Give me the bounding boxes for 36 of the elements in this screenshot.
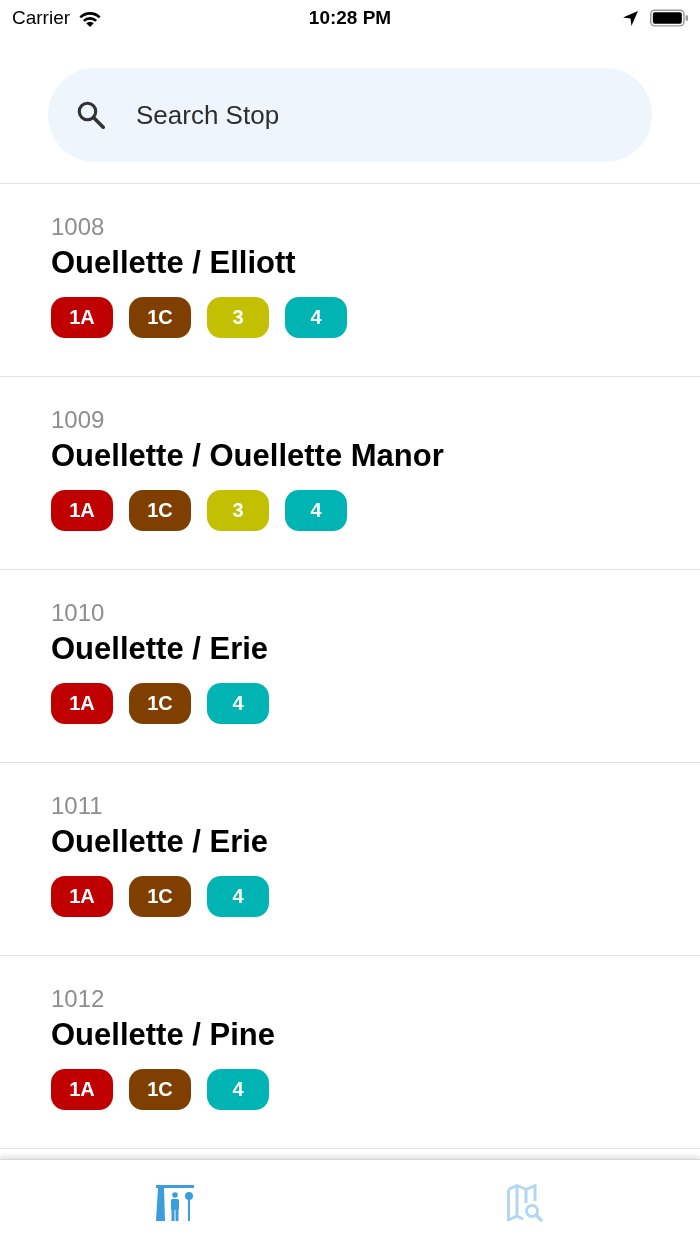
wifi-icon xyxy=(78,9,103,27)
stop-number: 1008 xyxy=(51,213,105,241)
search-field[interactable]: Search Stop xyxy=(48,68,652,162)
stop-number: 1010 xyxy=(51,599,105,627)
route-badge: 1A xyxy=(51,683,113,724)
route-badge: 3 xyxy=(207,297,269,338)
route-badge: 4 xyxy=(285,490,347,531)
route-badge: 1A xyxy=(51,1069,113,1110)
stop-number: 1011 xyxy=(51,792,103,820)
search-icon xyxy=(76,100,105,129)
stop-name[interactable]: Ouellette / Elliott xyxy=(51,245,296,281)
route-badge: 1C xyxy=(129,297,191,338)
route-badge: 1C xyxy=(129,490,191,531)
stop-number: 1012 xyxy=(51,985,105,1013)
route-badge: 1A xyxy=(51,876,113,917)
carrier-name: Carrier xyxy=(12,7,71,29)
clock-time: 10:28 PM xyxy=(308,7,392,29)
route-badge: 1C xyxy=(129,1069,191,1110)
stop-name[interactable]: Ouellette / Ouellette Manor xyxy=(51,438,444,474)
route-badge: 4 xyxy=(207,876,269,917)
route-badge: 4 xyxy=(207,1069,269,1110)
map-search-icon xyxy=(506,1184,544,1222)
stop-name[interactable]: Ouellette / Erie xyxy=(51,824,269,860)
stop-name[interactable]: Ouellette / Erie xyxy=(51,631,269,667)
battery-icon xyxy=(650,9,688,27)
stop-number: 1009 xyxy=(51,406,105,434)
location-arrow-icon xyxy=(623,10,638,26)
route-badge: 4 xyxy=(285,297,347,338)
route-badge: 1C xyxy=(129,683,191,724)
route-badge: 1A xyxy=(51,490,113,531)
bus-stop-icon xyxy=(156,1184,194,1222)
route-badge: 1A xyxy=(51,297,113,338)
route-badge: 1C xyxy=(129,876,191,917)
stop-name[interactable]: Ouellette / Pine xyxy=(51,1017,275,1053)
route-badge: 3 xyxy=(207,490,269,531)
route-badge: 4 xyxy=(207,683,269,724)
